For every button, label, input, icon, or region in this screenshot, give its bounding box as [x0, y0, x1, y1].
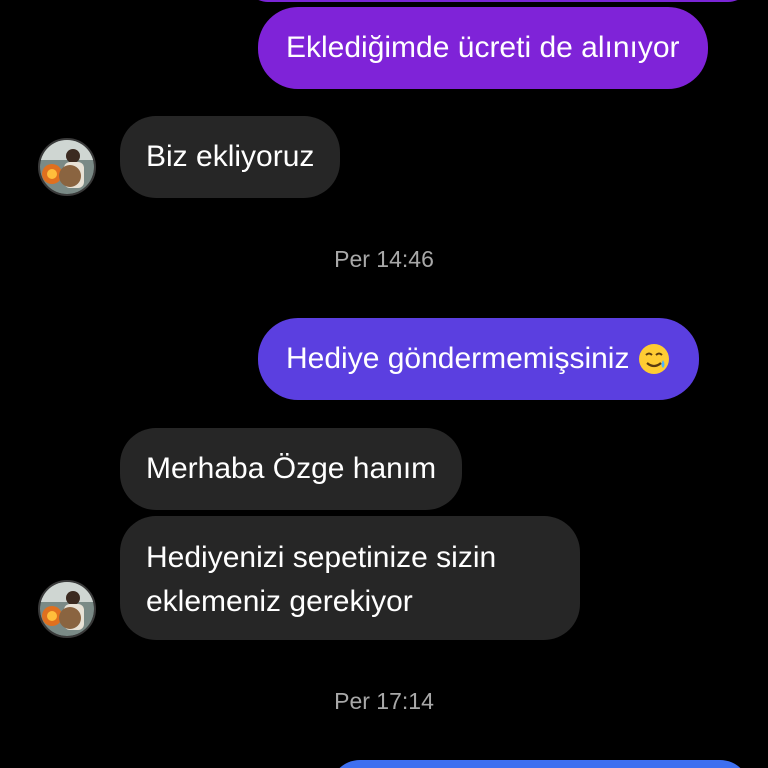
sent-message-previous-edge[interactable] — [244, 0, 752, 2]
received-message[interactable]: Hediyenizi sepetinize sizin eklemeniz ge… — [120, 516, 580, 640]
message-text: Merhaba Özge hanım — [146, 452, 437, 485]
message-text-line: eklemeniz gerekiyor — [146, 585, 413, 618]
sent-message-next-edge[interactable] — [330, 760, 750, 768]
received-message[interactable]: Merhaba Özge hanım — [120, 428, 463, 510]
timestamp: Per 17:14 — [334, 688, 434, 714]
smiling-face-with-tear-icon — [639, 344, 670, 374]
chat-thread: Eklediğimde ücreti de alınıyor Biz ekliy… — [0, 0, 768, 768]
message-text: Hediye göndermemişsiniz — [286, 342, 630, 375]
contact-avatar-icon[interactable] — [38, 580, 96, 638]
message-text: Biz ekliyoruz — [146, 140, 315, 173]
timestamp: Per 14:46 — [334, 246, 434, 272]
message-text: Eklediğimde ücreti de alınıyor — [286, 31, 680, 64]
contact-avatar-icon[interactable] — [38, 138, 96, 196]
message-text-line: Hediyenizi sepetinize sizin — [146, 541, 497, 574]
received-message[interactable]: Biz ekliyoruz — [120, 116, 341, 198]
sent-message[interactable]: Eklediğimde ücreti de alınıyor — [258, 7, 708, 89]
sent-message[interactable]: Hediye göndermemişsiniz — [258, 318, 700, 400]
